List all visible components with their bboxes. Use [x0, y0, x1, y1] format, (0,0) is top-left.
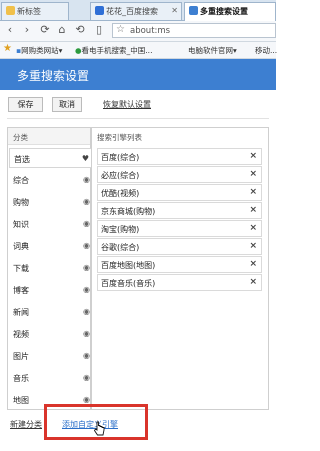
- eye-icon[interactable]: ◉: [83, 175, 90, 184]
- forward-icon[interactable]: ›: [20, 23, 34, 37]
- engine-item[interactable]: 淘宝(购物) ×: [97, 220, 262, 237]
- category-item[interactable]: 图片 ◉: [9, 346, 95, 366]
- category-item[interactable]: 词典 ◉: [9, 236, 95, 256]
- bookmark-item[interactable]: 移动...: [255, 45, 277, 56]
- close-icon[interactable]: ✕: [171, 6, 178, 15]
- category-item[interactable]: 音乐 ◉: [9, 368, 95, 388]
- eye-icon[interactable]: ◉: [83, 219, 90, 228]
- page-icon: ▯: [95, 23, 103, 36]
- tab-bar: 新标签 花花_百度搜索 ✕ 多重搜索设置: [0, 0, 276, 21]
- history-icon[interactable]: ⟲: [73, 23, 87, 37]
- delete-icon[interactable]: ×: [249, 151, 257, 161]
- eye-icon[interactable]: ◉: [83, 197, 90, 206]
- category-panel: 分类 首选 ♥ 综合 ◉ 购物 ◉ 知识 ◉ 词典 ◉ 下载 ◉ 博客 ◉ 新闻 ◉ 视频 ◉ 图…: [7, 127, 95, 410]
- category-item[interactable]: 视频 ◉: [9, 324, 95, 344]
- star-icon: ★: [3, 43, 12, 54]
- navigation-bar: ‹ › ⟳ ⌂ ⟲ ▯ ☆ about:ms: [0, 21, 276, 42]
- delete-icon[interactable]: ×: [249, 187, 257, 197]
- eye-icon[interactable]: ◉: [83, 373, 90, 382]
- divider: [7, 118, 269, 119]
- hand-cursor-icon: [93, 421, 105, 436]
- eye-icon[interactable]: ◉: [83, 263, 90, 272]
- category-item-preferred[interactable]: 首选 ♥: [9, 148, 95, 168]
- engine-item[interactable]: 优酷(视频) ×: [97, 184, 262, 201]
- engine-item[interactable]: 百度地图(地图) ×: [97, 256, 262, 273]
- category-item[interactable]: 知识 ◉: [9, 214, 95, 234]
- star-icon[interactable]: ☆: [116, 24, 125, 35]
- page-icon: [6, 6, 15, 15]
- bookmark-item[interactable]: ●看电手机搜索_中国...: [75, 45, 152, 56]
- tab-label: 花花_百度搜索: [106, 7, 158, 16]
- back-icon[interactable]: ‹: [3, 23, 17, 37]
- engine-list-header: 搜索引擎列表: [92, 128, 268, 145]
- delete-icon[interactable]: ×: [249, 277, 257, 287]
- category-item[interactable]: 综合 ◉: [9, 170, 95, 190]
- eye-icon[interactable]: ◉: [83, 351, 90, 360]
- refresh-icon[interactable]: ⟳: [38, 23, 52, 37]
- engine-item[interactable]: 谷歌(综合) ×: [97, 238, 262, 255]
- reset-defaults-link[interactable]: 恢复默认设置: [103, 99, 151, 110]
- engine-item[interactable]: 百度(综合) ×: [97, 148, 262, 165]
- bookmarks-bar: ★ ▪网购类网站▾ ●看电手机搜索_中国... 电脑软件官网▾ 移动...: [0, 42, 277, 59]
- delete-icon[interactable]: ×: [249, 169, 257, 179]
- engine-list-panel: 搜索引擎列表 百度(综合) × 必应(综合) × 优酷(视频) × 京东商城(购物) ×…: [91, 127, 269, 410]
- eye-icon[interactable]: ◉: [83, 241, 90, 250]
- category-item[interactable]: 新闻 ◉: [9, 302, 95, 322]
- delete-icon[interactable]: ×: [249, 205, 257, 215]
- baidu-icon: [95, 6, 104, 15]
- category-header: 分类: [8, 128, 90, 145]
- eye-icon[interactable]: ◉: [83, 329, 90, 338]
- bookmark-item[interactable]: ▪网购类网站▾: [16, 45, 62, 56]
- delete-icon[interactable]: ×: [249, 259, 257, 269]
- address-text[interactable]: about:ms: [130, 26, 170, 36]
- tab-baidu-search[interactable]: 花花_百度搜索 ✕: [90, 2, 182, 20]
- new-category-link[interactable]: 新建分类: [10, 419, 42, 430]
- save-button[interactable]: 保存: [8, 97, 43, 112]
- page-title: 多重搜索设置: [17, 69, 90, 83]
- category-item[interactable]: 博客 ◉: [9, 280, 95, 300]
- cancel-button[interactable]: 取消: [52, 97, 82, 112]
- search-icon: [189, 6, 198, 15]
- settings-header: 多重搜索设置: [0, 59, 276, 90]
- tab-multi-search-settings[interactable]: 多重搜索设置: [184, 2, 276, 21]
- eye-icon[interactable]: ◉: [83, 395, 90, 404]
- eye-icon[interactable]: ◉: [83, 285, 90, 294]
- tab-new[interactable]: 新标签: [1, 2, 69, 20]
- bookmark-item[interactable]: 电脑软件官网▾: [188, 45, 237, 56]
- engine-item[interactable]: 京东商城(购物) ×: [97, 202, 262, 219]
- delete-icon[interactable]: ×: [249, 241, 257, 251]
- home-icon[interactable]: ⌂: [55, 23, 69, 37]
- address-bar[interactable]: ☆ about:ms: [112, 23, 276, 38]
- engine-item[interactable]: 百度音乐(音乐) ×: [97, 274, 262, 291]
- eye-icon[interactable]: ◉: [83, 307, 90, 316]
- tab-label: 新标签: [17, 7, 41, 16]
- category-item[interactable]: 下载 ◉: [9, 258, 95, 278]
- delete-icon[interactable]: ×: [249, 223, 257, 233]
- tab-label: 多重搜索设置: [200, 7, 248, 16]
- engine-item[interactable]: 必应(综合) ×: [97, 166, 262, 183]
- heart-icon[interactable]: ♥: [82, 154, 89, 163]
- category-item[interactable]: 购物 ◉: [9, 192, 95, 212]
